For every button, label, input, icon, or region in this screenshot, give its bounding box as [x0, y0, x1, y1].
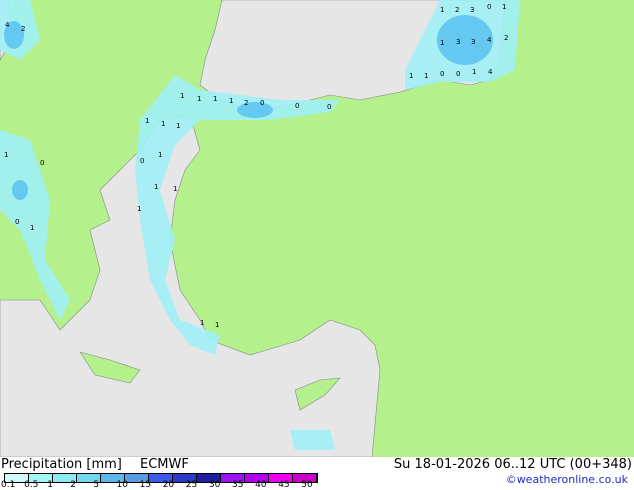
map-value-label: 2: [21, 25, 25, 33]
map-value-label: 3: [470, 6, 474, 14]
map-value-label: 3: [456, 38, 460, 46]
map-value-label: 1: [409, 72, 413, 80]
map-value-label: 1: [4, 151, 8, 159]
map-value-label: 1: [137, 205, 141, 213]
precipitation-map: 1 2 3 0 1 1 3 3 4 2 1 1 0 0 1 4 1 1 1 1 2 0 0 0 1 1 1 1 0 1 1 1 0 1 4 2 0 1 1 1: [0, 0, 634, 457]
legend-label: 20: [162, 480, 175, 490]
legend-label: 50: [301, 480, 313, 490]
map-value-label: 0: [440, 70, 444, 78]
map-value-label: 1: [215, 321, 219, 329]
map-value-label: 2: [504, 34, 508, 42]
map-value-label: 1: [145, 117, 149, 125]
legend-label: 25: [185, 480, 198, 490]
footer: Precipitation [mm] ECMWF Su 18-01-2026 0…: [0, 457, 634, 490]
map-value-label: 3: [471, 38, 475, 46]
map-value-label: 0: [456, 70, 460, 78]
map-value-label: 2: [455, 6, 459, 14]
map-value-label: 4: [5, 21, 10, 29]
map-value-label: 0: [487, 3, 491, 11]
valid-time: Su 18-01-2026 06..12 UTC (00+348): [393, 457, 632, 472]
legend-label: 30: [208, 480, 221, 490]
map-value-label: 0: [295, 102, 299, 110]
map-value-label: 0: [260, 99, 264, 107]
map-value-label: 1: [161, 120, 165, 128]
map-value-label: 1: [197, 95, 201, 103]
map-value-label: 0: [327, 103, 331, 111]
map-value-label: 1: [158, 151, 162, 159]
legend-label: 35: [232, 480, 244, 490]
map-value-label: 1: [440, 39, 444, 47]
map-value-label: 1: [424, 72, 428, 80]
legend-label: 0.1: [1, 480, 16, 490]
map-value-label: 0: [40, 159, 44, 167]
map-value-label: 1: [502, 3, 506, 11]
legend-label: 0.5: [24, 480, 39, 490]
legend-label: 1: [47, 480, 53, 490]
legend-label: 5: [93, 480, 100, 490]
legend-label: 40: [255, 480, 267, 490]
map-value-label: 4: [487, 36, 492, 44]
credit-link[interactable]: ©weatheronline.co.uk: [506, 473, 628, 486]
map-value-label: 1: [200, 319, 204, 327]
model-name: ECMWF: [140, 457, 189, 472]
map-value-label: 4: [488, 68, 493, 76]
legend-label: 2: [70, 480, 77, 490]
map-value-label: 1: [30, 224, 34, 232]
legend-label: 45: [278, 480, 290, 490]
map-value-label: 0: [15, 218, 19, 226]
map-value-label: 2: [244, 99, 248, 107]
map-value-label: 1: [154, 183, 158, 191]
map-value-label: 1: [213, 95, 217, 103]
map-value-label: 1: [440, 6, 444, 14]
legend-label: 15: [139, 480, 152, 490]
title: Precipitation [mm]: [1, 457, 122, 472]
map-value-label: 1: [229, 97, 233, 105]
map-value-label: 1: [176, 122, 180, 130]
map-value-label: 1: [472, 68, 476, 76]
map-value-label: 0: [140, 157, 144, 165]
map-value-label: 1: [173, 185, 177, 193]
map-value-label: 1: [180, 92, 184, 100]
legend-label: 10: [116, 480, 128, 490]
